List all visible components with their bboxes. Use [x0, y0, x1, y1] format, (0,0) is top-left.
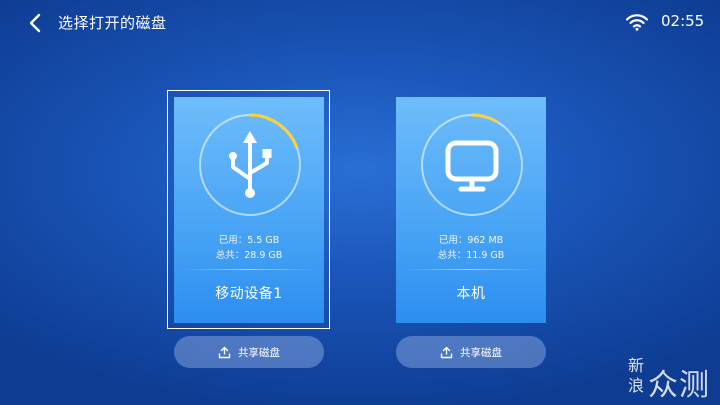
drive-card-usb[interactable]: 已用：5.5 GB 总共：28.9 GB 移动设备1 — [167, 90, 330, 329]
used-space: 已用：962 MB — [438, 235, 504, 246]
usage-ring — [420, 113, 524, 217]
drive-card-body: 已用：5.5 GB 总共：28.9 GB 移动设备1 — [174, 97, 324, 323]
share-icon — [218, 346, 231, 358]
used-space: 已用：5.5 GB — [218, 235, 280, 246]
clock: 02:55 — [661, 12, 705, 30]
top-bar: 选择打开的磁盘 02:55 — [0, 0, 720, 46]
divider — [184, 269, 314, 270]
total-space: 总共：11.9 GB — [437, 250, 505, 261]
back-arrow-icon[interactable] — [24, 10, 48, 36]
share-button-label: 共享磁盘 — [460, 346, 502, 359]
usb-icon — [229, 131, 272, 198]
divider — [406, 269, 536, 270]
share-drive-button-local[interactable]: 共享磁盘 — [396, 336, 546, 368]
share-button-label: 共享磁盘 — [238, 346, 280, 359]
drive-card-body: 已用：962 MB 总共：11.9 GB 本机 — [396, 97, 546, 323]
usage-ring — [198, 113, 302, 217]
drive-name: 移动设备1 — [215, 286, 283, 302]
drive-card-local[interactable]: 已用：962 MB 总共：11.9 GB 本机 — [396, 97, 546, 323]
share-icon — [440, 346, 453, 358]
watermark: 新浪 众测 — [628, 356, 720, 403]
monitor-icon — [445, 140, 499, 192]
drive-stats: 已用：5.5 GB 总共：28.9 GB — [174, 233, 324, 263]
wifi-icon — [626, 14, 648, 31]
total-space: 总共：28.9 GB — [215, 250, 283, 261]
drive-name: 本机 — [456, 286, 486, 302]
watermark-small-text: 新浪 — [628, 356, 645, 395]
drive-stats: 已用：962 MB 总共：11.9 GB — [396, 233, 546, 263]
page-title: 选择打开的磁盘 — [58, 14, 167, 32]
share-drive-button-usb[interactable]: 共享磁盘 — [174, 336, 324, 368]
watermark-big-text: 众测 — [648, 368, 710, 403]
